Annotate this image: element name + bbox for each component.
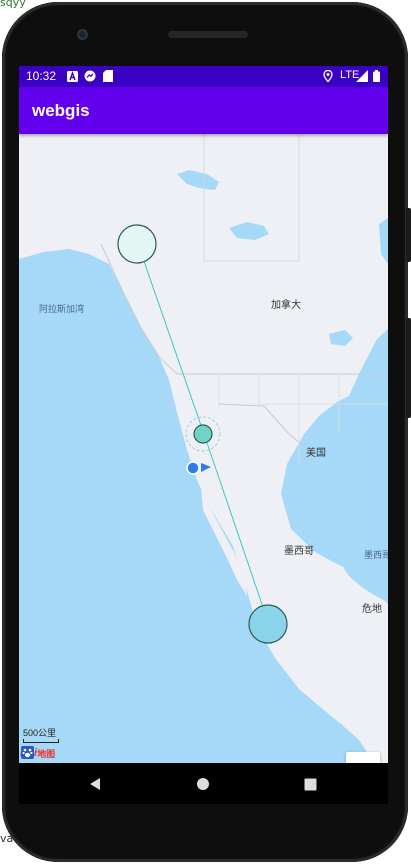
marker-california[interactable] <box>193 424 213 444</box>
app-bar: webgis <box>19 87 388 134</box>
a-notification-icon <box>67 70 78 82</box>
front-camera <box>77 29 88 40</box>
map-label-usa: 美国 <box>306 448 326 459</box>
marker-alaska[interactable] <box>117 224 157 264</box>
map-scale-label: 500公里 <box>23 728 57 738</box>
navigation-bar <box>19 763 388 804</box>
baidu-map-logo: Bai 地图 <box>20 746 55 760</box>
marker-pacific[interactable] <box>248 604 288 644</box>
power-button <box>406 208 411 262</box>
logo-cn-text: 地图 <box>37 748 56 759</box>
sd-card-icon <box>103 70 113 82</box>
app-title: webgis <box>32 101 90 120</box>
messenger-icon <box>84 70 96 82</box>
home-icon[interactable] <box>192 773 214 795</box>
north-america-land <box>19 134 388 763</box>
earpiece-speaker <box>168 31 248 38</box>
background-top-text: sqyy <box>0 0 26 9</box>
battery-icon <box>373 70 380 82</box>
status-bar: 10:32 LTE <box>19 66 388 87</box>
back-icon[interactable] <box>84 773 106 795</box>
zoom-control: + − <box>346 752 380 763</box>
zoom-in-button[interactable]: + <box>346 752 380 764</box>
map-view[interactable]: 阿拉斯加湾 加拿大 美国 墨西哥 墨西哥 危地 + − 500公里 Bai 地图 <box>19 134 388 763</box>
map-label-gulf-of-alaska: 阿拉斯加湾 <box>39 304 85 314</box>
map-label-gulf-of-mexico: 墨西哥 <box>364 550 388 560</box>
paw-icon <box>21 746 34 759</box>
location-icon <box>323 70 333 82</box>
signal-icon <box>356 70 368 82</box>
volume-button <box>406 318 411 418</box>
map-canvas <box>19 134 388 763</box>
screen: 10:32 LTE webgis 阿拉斯加湾 加拿大 美国 墨西哥 墨西哥 危地… <box>19 66 388 804</box>
recents-icon[interactable] <box>299 773 321 795</box>
map-label-guatemala: 危地 <box>362 604 382 615</box>
status-time: 10:32 <box>26 69 57 83</box>
map-label-mexico: 墨西哥 <box>284 546 314 557</box>
map-scale-bar <box>23 739 59 743</box>
map-label-canada: 加拿大 <box>271 300 301 311</box>
current-location-dot <box>186 461 200 475</box>
